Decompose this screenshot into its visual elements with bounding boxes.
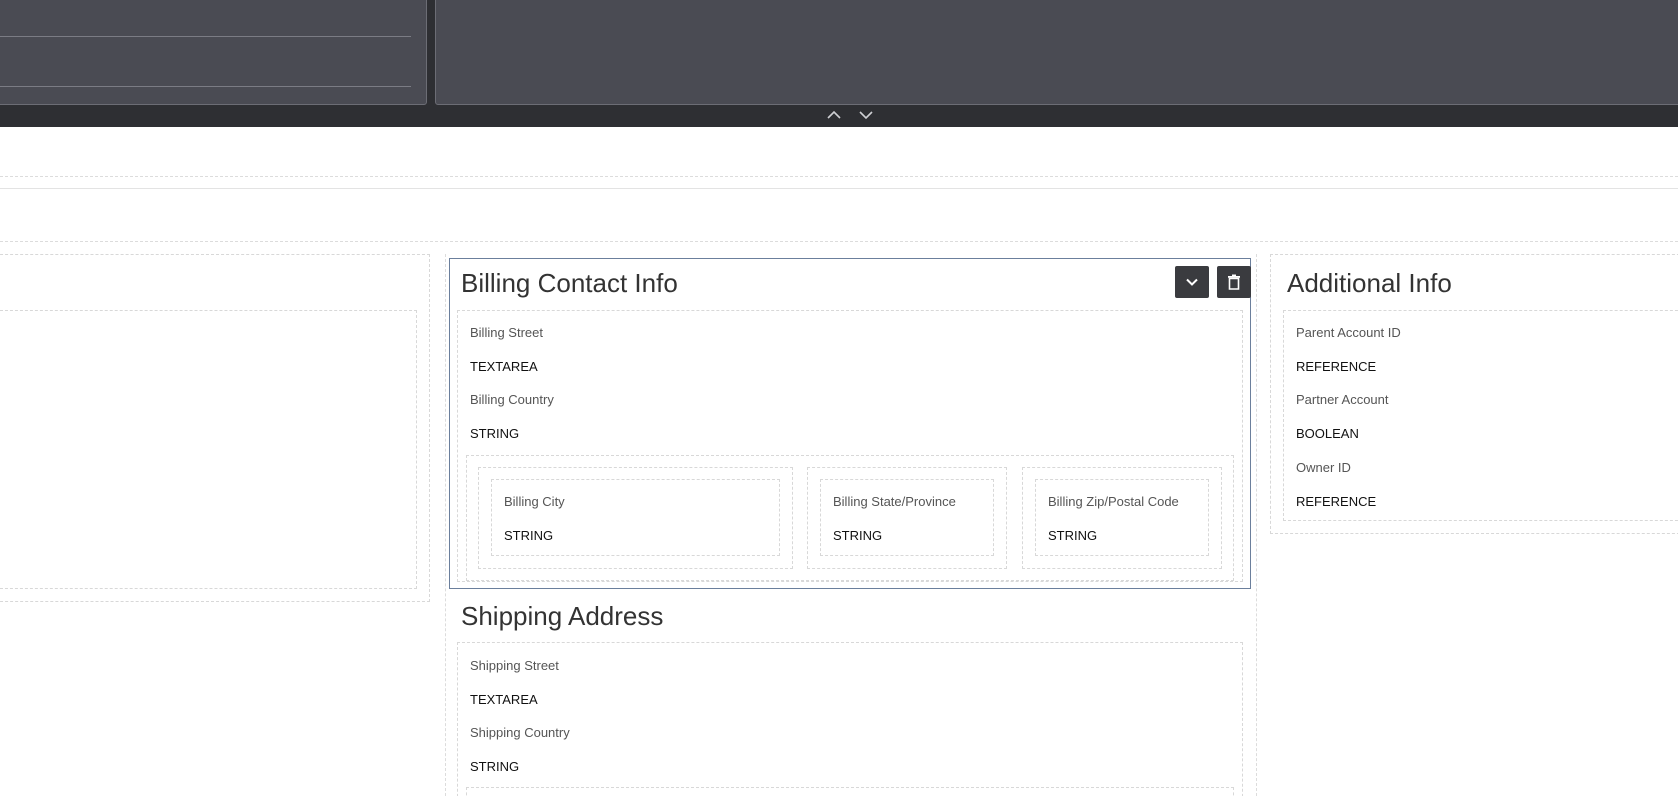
shipping-field-group	[457, 642, 1243, 796]
layout-guide	[0, 188, 1678, 189]
field-type: STRING	[470, 426, 520, 441]
field-label: Billing Street	[470, 325, 543, 340]
layout-guide	[0, 176, 1678, 177]
section-title: Billing Contact Info	[461, 268, 678, 298]
billing-state-field[interactable]	[820, 479, 994, 556]
divider	[0, 36, 411, 37]
editor-top-area	[0, 0, 1678, 127]
chevron-down-icon	[1186, 278, 1198, 286]
field-label: Billing City	[504, 494, 565, 509]
field-label: Billing State/Province	[833, 494, 956, 509]
section-title: Shipping Address	[461, 601, 664, 631]
field-label: Owner ID	[1296, 460, 1351, 475]
field-type: STRING	[1048, 528, 1098, 543]
field-label: Partner Account	[1296, 392, 1389, 407]
additional-field-group	[1283, 310, 1678, 521]
field-label: Shipping Street	[470, 658, 559, 673]
billing-city-field[interactable]	[491, 479, 780, 556]
field-type: BOOLEAN	[1296, 426, 1359, 441]
shipping-row-container	[466, 787, 1234, 796]
field-type: STRING	[504, 528, 554, 543]
field-type: STRING	[470, 759, 520, 774]
field-label: Parent Account ID	[1296, 325, 1401, 340]
divider	[0, 86, 411, 87]
billing-zip-field[interactable]	[1035, 479, 1209, 556]
field-type: STRING	[833, 528, 883, 543]
delete-section-button[interactable]	[1217, 266, 1251, 298]
field-label: Billing Country	[470, 392, 554, 407]
layout-guide	[445, 254, 446, 796]
field-type: TEXTAREA	[470, 359, 538, 374]
field-label: Billing Zip/Postal Code	[1048, 494, 1179, 509]
left-field-group	[0, 310, 417, 589]
trash-icon	[1228, 274, 1240, 290]
collapse-section-button[interactable]	[1175, 266, 1209, 298]
field-label: Shipping Country	[470, 725, 570, 740]
chevron-up-icon[interactable]	[823, 104, 845, 126]
top-right-panel	[435, 0, 1678, 105]
field-type: REFERENCE	[1296, 359, 1377, 374]
chevron-down-icon[interactable]	[855, 104, 877, 126]
top-left-panel	[0, 0, 427, 105]
layout-guide	[1256, 254, 1257, 796]
layout-guide	[0, 241, 1678, 242]
field-type: REFERENCE	[1296, 494, 1377, 509]
field-type: TEXTAREA	[470, 692, 538, 707]
section-title: Additional Info	[1287, 268, 1452, 298]
